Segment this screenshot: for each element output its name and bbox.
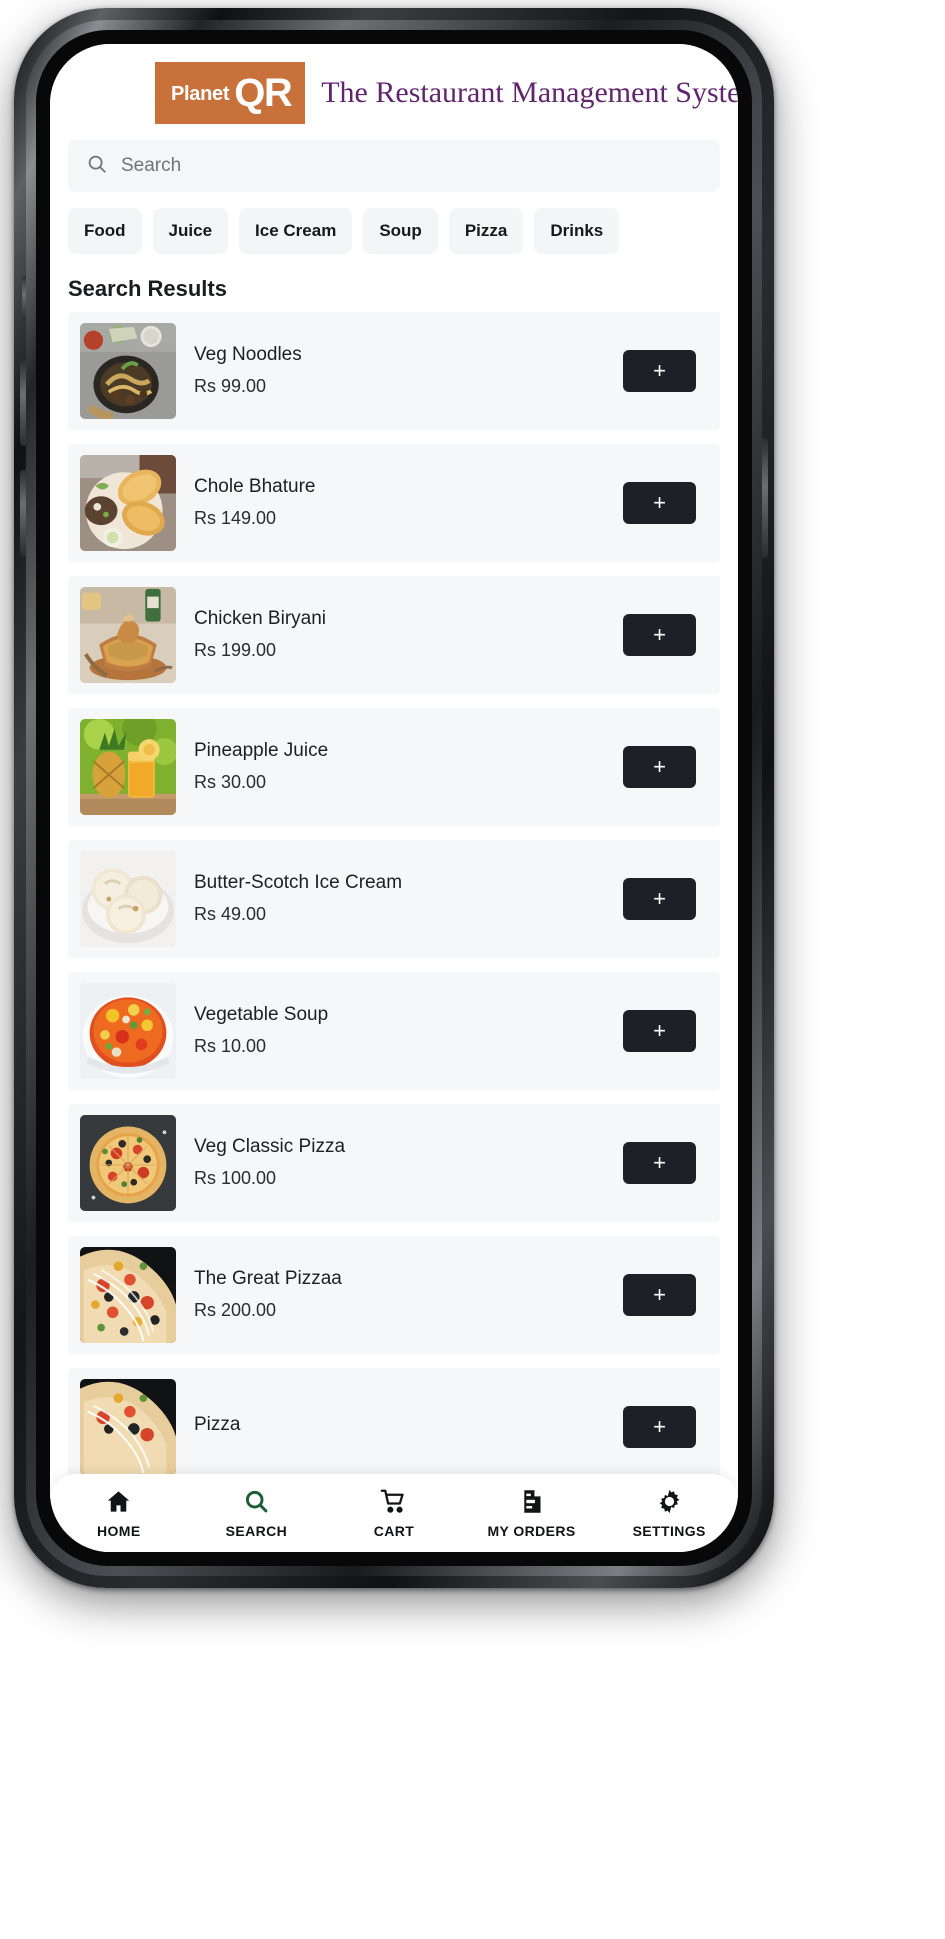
category-chip-drinks[interactable]: Drinks bbox=[534, 208, 620, 254]
gear-icon bbox=[656, 1488, 683, 1518]
home-icon bbox=[105, 1488, 132, 1518]
vegetable-soup-thumb bbox=[80, 983, 176, 1079]
item-name: Chicken Biryani bbox=[194, 608, 326, 630]
add-to-cart-button[interactable]: + bbox=[623, 878, 696, 920]
veg-noodles-thumb bbox=[80, 323, 176, 419]
add-to-cart-button[interactable]: + bbox=[623, 1274, 696, 1316]
row-text: Chicken Biryani Rs 199.00 bbox=[176, 605, 623, 664]
nav-label-my-orders: MY ORDERS bbox=[487, 1522, 576, 1539]
table-row[interactable]: The Great Pizzaa Rs 200.00 + bbox=[68, 1236, 720, 1354]
add-to-cart-button[interactable]: + bbox=[623, 482, 696, 524]
phone-frame-bezel: Planet QR The Restaurant Management Syst… bbox=[26, 20, 762, 1576]
table-row[interactable]: Butter-Scotch Ice Cream Rs 49.00 + bbox=[68, 840, 720, 958]
item-price: Rs 99.00 bbox=[194, 375, 267, 396]
search-input[interactable] bbox=[121, 155, 702, 177]
nav-label-search: SEARCH bbox=[225, 1522, 288, 1539]
nav-label-cart: CART bbox=[373, 1522, 415, 1539]
category-chip-pizza[interactable]: Pizza bbox=[448, 208, 524, 254]
row-text: Chole Bhature Rs 149.00 bbox=[176, 473, 623, 532]
phone-frame-inner: Planet QR The Restaurant Management Syst… bbox=[36, 30, 752, 1566]
add-to-cart-button[interactable]: + bbox=[623, 350, 696, 392]
search-bar-container bbox=[50, 130, 738, 192]
item-name: Veg Classic Pizza bbox=[194, 1136, 346, 1158]
search-results-list: Veg Noodles Rs 99.00 + Chole Bhature Rs … bbox=[50, 312, 738, 1486]
screenshot-stage: Planet QR The Restaurant Management Syst… bbox=[0, 0, 945, 1939]
phone-device-frame: Planet QR The Restaurant Management Syst… bbox=[14, 8, 774, 1588]
category-chip-soup[interactable]: Soup bbox=[363, 208, 438, 254]
item-price: Rs 199.00 bbox=[194, 639, 277, 660]
pizza-thumb bbox=[80, 1379, 176, 1475]
item-price: Rs 149.00 bbox=[194, 507, 277, 528]
category-chip-ice-cream[interactable]: Ice Cream bbox=[239, 208, 353, 254]
nav-item-search[interactable]: SEARCH bbox=[188, 1488, 326, 1539]
nav-label-settings: SETTINGS bbox=[632, 1522, 706, 1539]
table-row[interactable]: Veg Noodles Rs 99.00 + bbox=[68, 312, 720, 430]
veg-classic-pizza-thumb bbox=[80, 1115, 176, 1211]
item-name: Pizza bbox=[194, 1414, 241, 1436]
chole-bhature-thumb bbox=[80, 455, 176, 551]
row-text: Veg Noodles Rs 99.00 bbox=[176, 341, 623, 400]
add-to-cart-button[interactable]: + bbox=[623, 1406, 696, 1448]
item-name: Veg Noodles bbox=[194, 344, 302, 366]
add-to-cart-button[interactable]: + bbox=[623, 614, 696, 656]
item-name: Chole Bhature bbox=[194, 476, 316, 498]
nav-item-home[interactable]: HOME bbox=[50, 1488, 188, 1539]
nav-item-cart[interactable]: CART bbox=[325, 1488, 463, 1539]
search-results-heading: Search Results bbox=[68, 276, 227, 301]
page-title: The Restaurant Management System bbox=[321, 76, 738, 109]
category-chip-row[interactable]: Food Juice Ice Cream Soup Pizza Drinks bbox=[50, 192, 738, 254]
pineapple-juice-thumb bbox=[80, 719, 176, 815]
orders-document-icon bbox=[518, 1488, 545, 1518]
category-chip-food[interactable]: Food bbox=[68, 208, 142, 254]
row-text: Pineapple Juice Rs 30.00 bbox=[176, 737, 623, 796]
row-text: The Great Pizzaa Rs 200.00 bbox=[176, 1265, 623, 1324]
item-price: Rs 49.00 bbox=[194, 903, 267, 924]
item-name: Pineapple Juice bbox=[194, 740, 329, 762]
row-text: Butter-Scotch Ice Cream Rs 49.00 bbox=[176, 869, 623, 928]
app-header: Planet QR The Restaurant Management Syst… bbox=[50, 44, 738, 136]
ice-cream-thumb bbox=[80, 851, 176, 947]
item-price: Rs 100.00 bbox=[194, 1167, 277, 1188]
logo-qr-text: QR bbox=[234, 71, 293, 115]
item-name: Butter-Scotch Ice Cream bbox=[194, 872, 403, 894]
item-price: Rs 30.00 bbox=[194, 771, 267, 792]
search-icon bbox=[86, 153, 108, 180]
planet-qr-logo[interactable]: Planet QR bbox=[155, 62, 306, 124]
item-name: Vegetable Soup bbox=[194, 1004, 329, 1026]
table-row[interactable]: Chole Bhature Rs 149.00 + bbox=[68, 444, 720, 562]
table-row[interactable]: Chicken Biryani Rs 199.00 + bbox=[68, 576, 720, 694]
nav-item-my-orders[interactable]: MY ORDERS bbox=[463, 1488, 601, 1539]
row-text: Veg Classic Pizza Rs 100.00 bbox=[176, 1133, 623, 1192]
row-text: Vegetable Soup Rs 10.00 bbox=[176, 1001, 623, 1060]
row-text: Pizza bbox=[176, 1411, 623, 1443]
cart-icon bbox=[380, 1488, 407, 1518]
chicken-biryani-thumb bbox=[80, 587, 176, 683]
item-name: The Great Pizzaa bbox=[194, 1268, 342, 1290]
search-icon bbox=[243, 1488, 270, 1518]
phone-screen: Planet QR The Restaurant Management Syst… bbox=[50, 44, 738, 1552]
table-row[interactable]: Pineapple Juice Rs 30.00 + bbox=[68, 708, 720, 826]
table-row[interactable]: Veg Classic Pizza Rs 100.00 + bbox=[68, 1104, 720, 1222]
add-to-cart-button[interactable]: + bbox=[623, 746, 696, 788]
bottom-navigation-bar: HOME SEARCH CART MY ORDERS SETTINGS bbox=[50, 1474, 738, 1552]
add-to-cart-button[interactable]: + bbox=[623, 1010, 696, 1052]
nav-item-settings[interactable]: SETTINGS bbox=[600, 1488, 738, 1539]
search-box[interactable] bbox=[68, 140, 720, 192]
logo-planet-text: Planet bbox=[171, 83, 230, 105]
nav-label-home: HOME bbox=[96, 1522, 141, 1539]
item-price: Rs 200.00 bbox=[194, 1299, 277, 1320]
add-to-cart-button[interactable]: + bbox=[623, 1142, 696, 1184]
category-chip-juice[interactable]: Juice bbox=[152, 208, 229, 254]
great-pizzaa-thumb bbox=[80, 1247, 176, 1343]
item-price: Rs 10.00 bbox=[194, 1035, 267, 1056]
table-row[interactable]: Pizza + bbox=[68, 1368, 720, 1486]
content-scroll-area[interactable]: Food Juice Ice Cream Soup Pizza Drinks S… bbox=[50, 130, 738, 1552]
table-row[interactable]: Vegetable Soup Rs 10.00 + bbox=[68, 972, 720, 1090]
